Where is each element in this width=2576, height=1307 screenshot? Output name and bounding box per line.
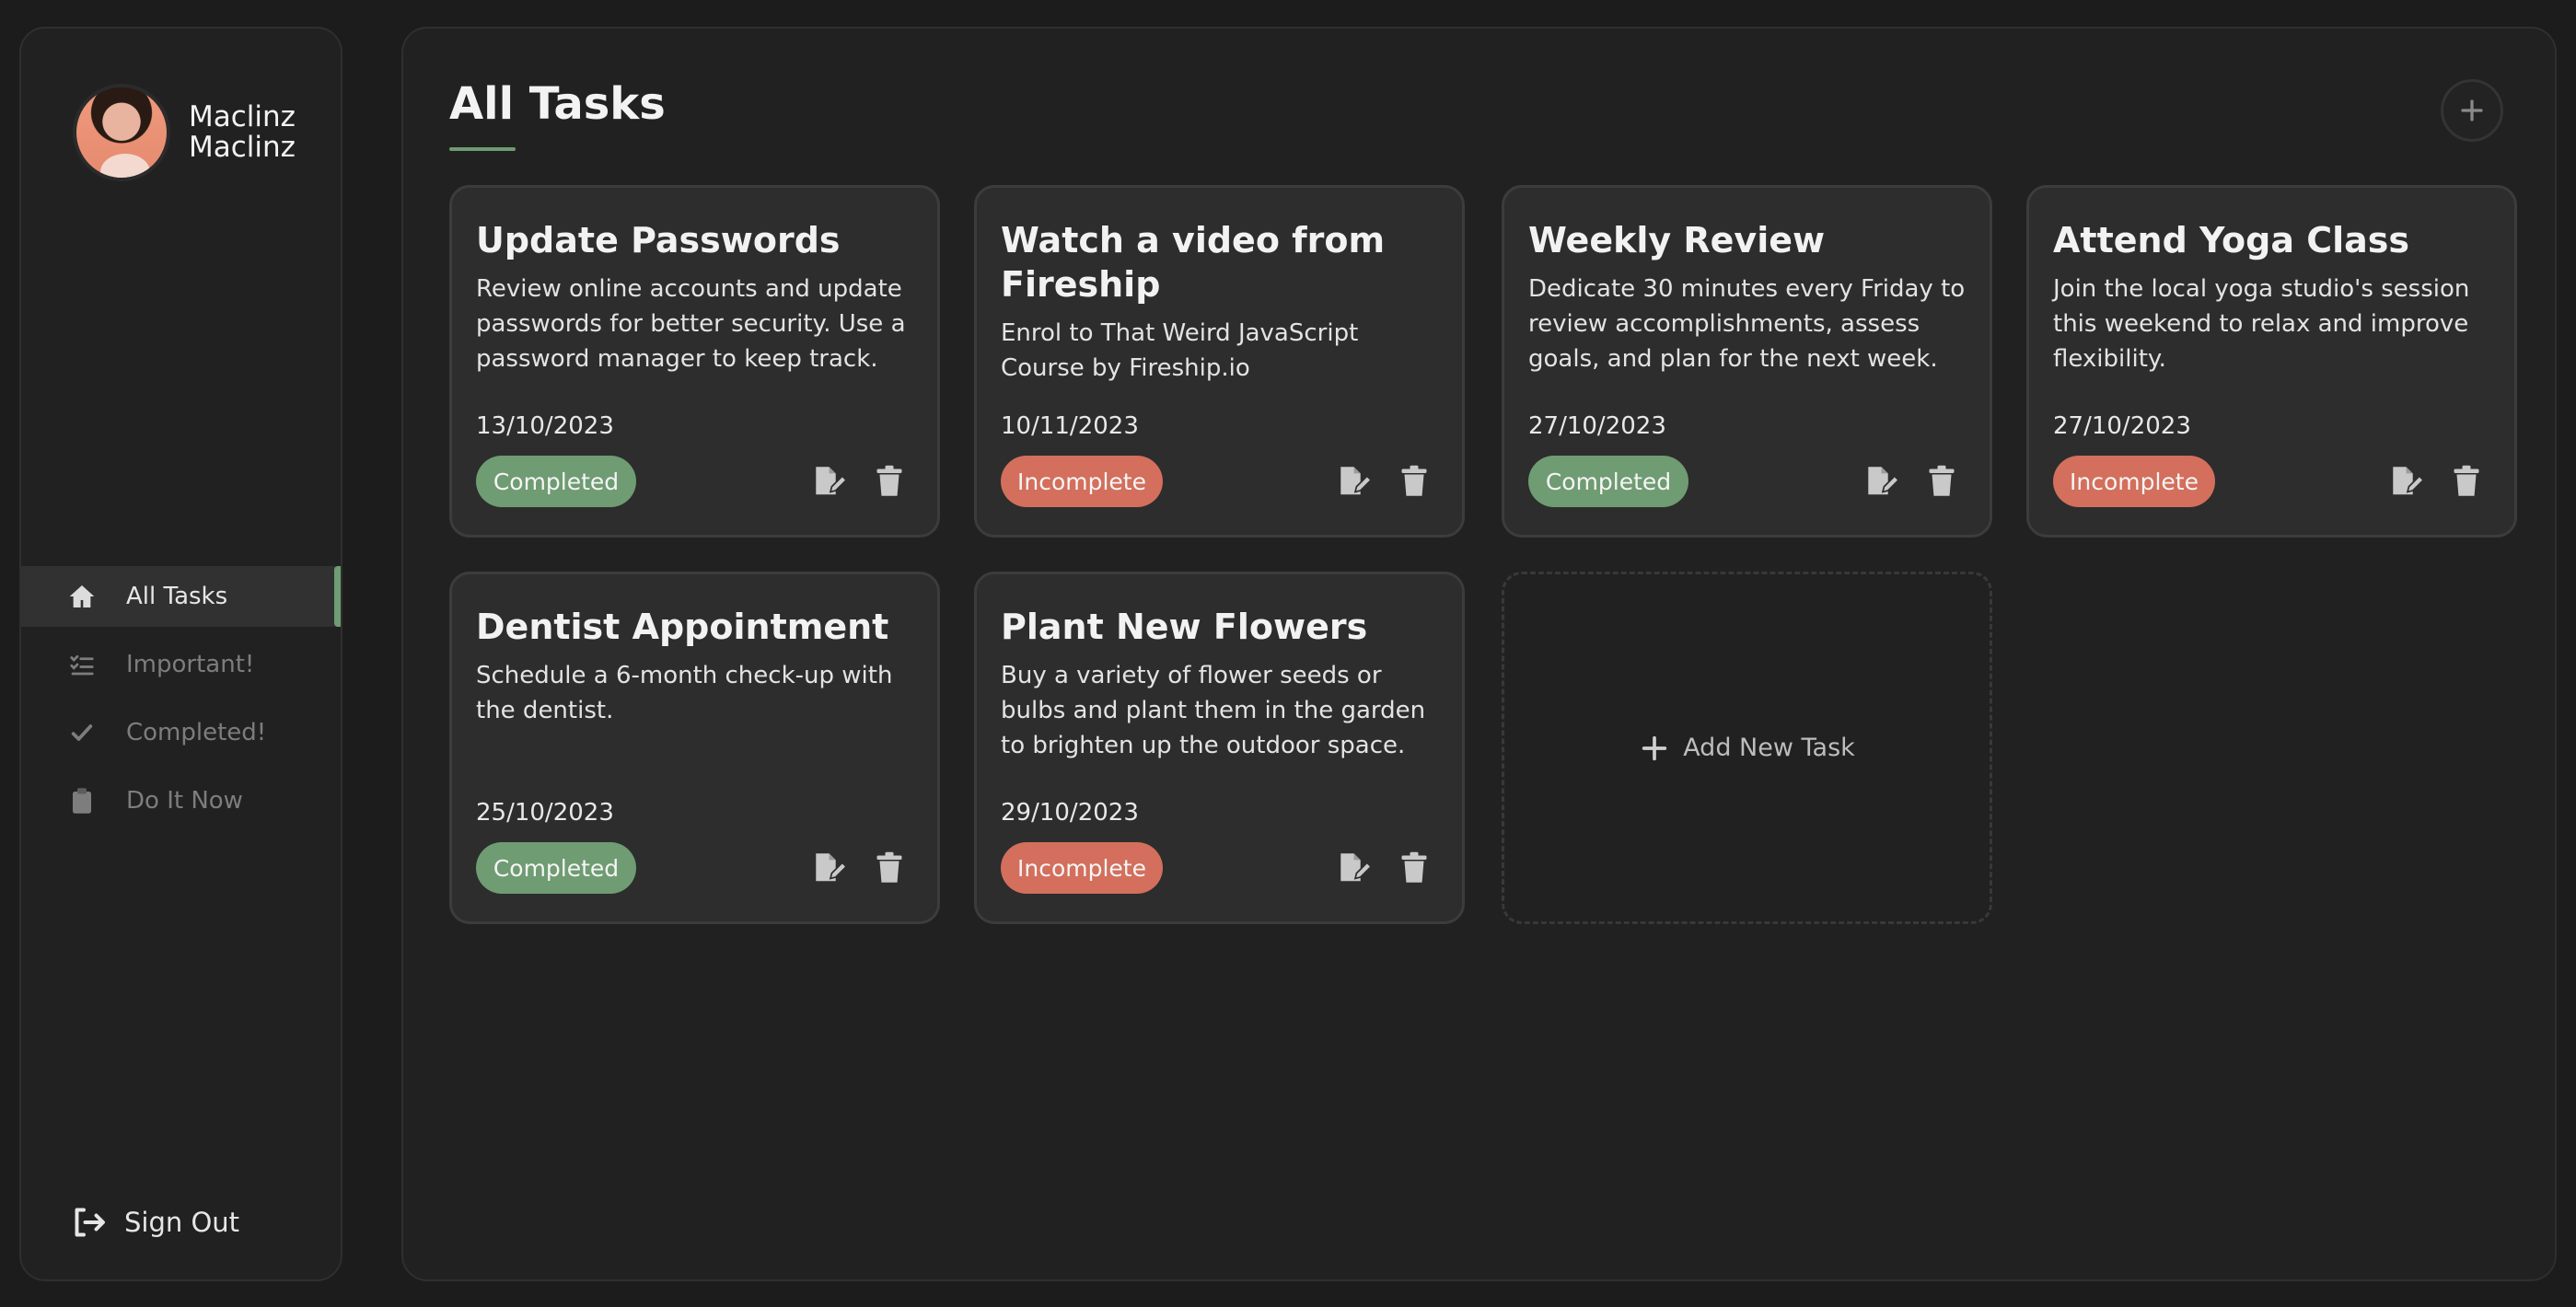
sidebar-item-do-it-now[interactable]: Do It Now — [21, 770, 341, 831]
main-panel: All Tasks Update Passwords Review online … — [401, 27, 2557, 1281]
delete-button[interactable] — [869, 848, 910, 888]
add-task-button[interactable] — [2441, 79, 2503, 142]
edit-button[interactable] — [2387, 461, 2428, 502]
delete-button[interactable] — [2446, 461, 2487, 502]
edit-button[interactable] — [810, 461, 851, 502]
task-title: Update Passwords — [476, 220, 841, 260]
page-title: All Tasks — [449, 78, 666, 130]
delete-button[interactable] — [1921, 461, 1962, 502]
profile-name: Maclinz Maclinz — [189, 102, 296, 163]
edit-icon — [1868, 467, 1900, 495]
task-description: Schedule a 6-month check-up with the den… — [476, 662, 893, 724]
task-date: 25/10/2023 — [476, 799, 614, 827]
task-card: Update Passwords Review online accounts a… — [449, 185, 940, 538]
profile-name-line2: Maclinz — [189, 131, 296, 164]
sidebar-item-label: Completed! — [126, 719, 267, 746]
task-actions — [2387, 461, 2487, 502]
task-title: Attend Yoga Class — [2053, 220, 2409, 260]
task-actions — [810, 848, 910, 888]
sidebar-nav: All Tasks Important! Completed! Do It No… — [21, 566, 341, 839]
task-card: Weekly Review Dedicate 30 minutes every F… — [1502, 185, 1992, 538]
edit-icon — [816, 853, 848, 882]
sign-out-icon — [71, 1206, 108, 1239]
check-icon — [65, 720, 99, 746]
status-badge[interactable]: Incomplete — [1001, 456, 1163, 507]
task-card: Plant New Flowers Buy a variety of flower… — [974, 572, 1465, 924]
add-new-task-card[interactable]: Add New Task — [1502, 572, 1992, 924]
task-title: Plant New Flowers — [1001, 607, 1368, 647]
edit-icon — [2393, 467, 2425, 495]
task-card: Dentist Appointment Schedule a 6-month ch… — [449, 572, 940, 924]
task-description: Dedicate 30 minutes every Friday to revi… — [1528, 275, 1966, 373]
task-date: 13/10/2023 — [476, 412, 614, 440]
edit-icon — [1340, 853, 1373, 882]
trash-icon — [876, 465, 902, 496]
status-badge[interactable]: Completed — [1528, 456, 1688, 507]
task-actions — [1335, 848, 1434, 888]
edit-button[interactable] — [810, 848, 851, 888]
sidebar: Maclinz Maclinz All Tasks Important! Com… — [19, 27, 342, 1281]
status-badge[interactable]: Completed — [476, 456, 636, 507]
home-icon — [65, 582, 99, 611]
task-actions — [1862, 461, 1962, 502]
task-actions — [1335, 461, 1434, 502]
delete-button[interactable] — [869, 461, 910, 502]
sign-out-button[interactable]: Sign Out — [71, 1206, 239, 1239]
status-badge[interactable]: Incomplete — [1001, 842, 1163, 894]
task-description: Join the local yoga studio's session thi… — [2053, 275, 2470, 373]
status-badge[interactable]: Completed — [476, 842, 636, 894]
task-description: Buy a variety of flower seeds or bulbs a… — [1001, 662, 1426, 759]
task-date: 29/10/2023 — [1001, 799, 1139, 827]
sidebar-item-label: Important! — [126, 651, 255, 678]
plus-icon — [2461, 99, 2483, 121]
sidebar-item-all-tasks[interactable]: All Tasks — [21, 566, 341, 627]
profile[interactable]: Maclinz Maclinz — [73, 84, 296, 181]
sidebar-item-important[interactable]: Important! — [21, 634, 341, 695]
clipboard-icon — [65, 787, 99, 815]
task-date: 27/10/2023 — [1528, 412, 1666, 440]
edit-button[interactable] — [1335, 848, 1375, 888]
task-actions — [810, 461, 910, 502]
trash-icon — [876, 851, 902, 883]
avatar[interactable] — [73, 84, 170, 181]
task-date: 10/11/2023 — [1001, 412, 1139, 440]
delete-button[interactable] — [1394, 461, 1434, 502]
task-title: Weekly Review — [1528, 220, 1826, 260]
trash-icon — [1401, 851, 1427, 883]
add-new-task-label: Add New Task — [1683, 734, 1855, 762]
sidebar-item-completed[interactable]: Completed! — [21, 702, 341, 763]
profile-name-line1: Maclinz — [189, 100, 296, 133]
edit-icon — [816, 467, 848, 495]
sidebar-item-label: All Tasks — [126, 583, 228, 610]
delete-button[interactable] — [1394, 848, 1434, 888]
sidebar-item-label: Do It Now — [126, 787, 243, 815]
edit-button[interactable] — [1862, 461, 1903, 502]
trash-icon — [1929, 465, 1955, 496]
edit-button[interactable] — [1335, 461, 1375, 502]
task-title: Dentist Appointment — [476, 607, 889, 647]
task-date: 27/10/2023 — [2053, 412, 2191, 440]
sign-out-label: Sign Out — [124, 1207, 240, 1238]
trash-icon — [1401, 465, 1427, 496]
task-description: Review online accounts and update passwo… — [476, 275, 906, 373]
task-card: Attend Yoga Class Join the local yoga stu… — [2026, 185, 2517, 538]
task-description: Enrol to That Weird JavaScript Course by… — [1001, 319, 1359, 382]
task-title: Watch a video from Fireship — [1001, 220, 1386, 305]
title-underline — [449, 147, 516, 151]
edit-icon — [1340, 467, 1373, 495]
plus-icon — [1639, 733, 1670, 764]
status-badge[interactable]: Incomplete — [2053, 456, 2215, 507]
list-check-icon — [65, 651, 99, 678]
task-card: Watch a video from Fireship Enrol to That… — [974, 185, 1465, 538]
trash-icon — [2454, 465, 2479, 496]
